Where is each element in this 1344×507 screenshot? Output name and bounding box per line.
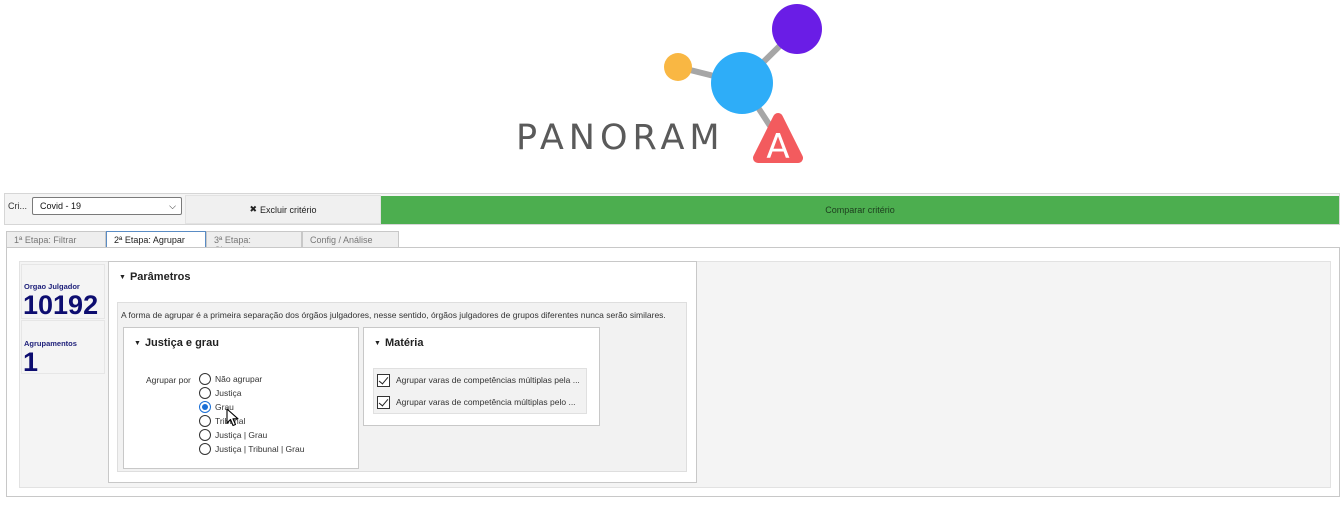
criteria-toolbar: Cri... Covid - 19 ⌵ ✖ Excluir critério C… bbox=[4, 193, 1340, 225]
radio-grau[interactable]: Grau bbox=[199, 400, 304, 414]
justica-grau-title: Justiça e grau bbox=[144, 337, 219, 349]
radio-label: Justiça bbox=[215, 388, 242, 398]
chevron-down-icon: ⌵ bbox=[169, 201, 176, 211]
collapse-triangle-icon: ▼ bbox=[119, 273, 126, 281]
group-by-radio-group: Não agrupar Justiça Grau Tribunal Justiç… bbox=[199, 372, 304, 456]
close-icon: ✖ bbox=[249, 204, 258, 214]
radio-label: Justiça | Grau bbox=[215, 430, 268, 440]
group-by-label: Agrupar por bbox=[146, 375, 191, 385]
compare-criteria-label: Comparar critério bbox=[825, 205, 895, 215]
radio-button[interactable] bbox=[199, 443, 211, 455]
checkbox-row[interactable]: Agrupar varas de competência múltiplas p… bbox=[374, 391, 586, 413]
checkbox-label: Agrupar varas de competências múltiplas … bbox=[396, 375, 580, 385]
collapse-triangle-icon: ▼ bbox=[374, 339, 381, 347]
materia-section: ▼ Matéria Agrupar varas de competências … bbox=[363, 327, 600, 426]
criteria-label: Cri... bbox=[8, 201, 27, 211]
exclude-criteria-button[interactable]: ✖ Excluir critério bbox=[185, 195, 381, 224]
checkbox-checked[interactable] bbox=[377, 395, 390, 409]
panel-content: Orgao Julgador 10192 Agrupamentos 1 ▼ Pa… bbox=[19, 261, 1331, 488]
radio-justica-grau[interactable]: Justiça | Grau bbox=[199, 428, 304, 442]
parameters-title: Parâmetros bbox=[129, 271, 191, 283]
justica-grau-header[interactable]: ▼ Justiça e grau bbox=[134, 337, 219, 349]
checkbox-checked[interactable] bbox=[377, 373, 390, 387]
mouse-cursor-icon bbox=[226, 408, 239, 427]
collapse-triangle-icon: ▼ bbox=[134, 339, 141, 347]
grouping-description: A forma de agrupar é a primeira separaçã… bbox=[121, 310, 666, 320]
radio-tribunal[interactable]: Tribunal bbox=[199, 414, 304, 428]
criteria-select[interactable]: Covid - 19 ⌵ bbox=[32, 197, 182, 215]
svg-text:A: A bbox=[766, 127, 789, 167]
tab-panel: Orgao Julgador 10192 Agrupamentos 1 ▼ Pa… bbox=[6, 247, 1340, 497]
stage-tabs: 1ª Etapa: Filtrar 2ª Etapa: Agrupar 3ª E… bbox=[6, 231, 399, 255]
materia-header[interactable]: ▼ Matéria bbox=[374, 337, 423, 349]
stat-agrupamentos: Agrupamentos 1 bbox=[21, 320, 105, 377]
stat-value: 10192 bbox=[23, 290, 99, 320]
radio-justica-tribunal-grau[interactable]: Justiça | Tribunal | Grau bbox=[199, 442, 304, 456]
tab-agrupar[interactable]: 2ª Etapa: Agrupar bbox=[106, 231, 206, 248]
radio-nao-agrupar[interactable]: Não agrupar bbox=[199, 372, 304, 386]
radio-button[interactable] bbox=[199, 429, 211, 441]
parameters-body: A forma de agrupar é a primeira separaçã… bbox=[117, 302, 687, 472]
exclude-criteria-label: Excluir critério bbox=[260, 204, 317, 215]
justica-grau-section: ▼ Justiça e grau Agrupar por Não agrupar… bbox=[123, 327, 359, 469]
tab-filtrar[interactable]: 1ª Etapa: Filtrar bbox=[6, 231, 106, 248]
materia-checkbox-list: Agrupar varas de competências múltiplas … bbox=[373, 368, 587, 414]
radio-button-selected[interactable] bbox=[199, 401, 211, 413]
radio-button[interactable] bbox=[199, 373, 211, 385]
criteria-select-value: Covid - 19 bbox=[40, 201, 82, 211]
parameters-header[interactable]: ▼ Parâmetros bbox=[119, 271, 190, 283]
checkbox-label: Agrupar varas de competência múltiplas p… bbox=[396, 397, 576, 407]
checkbox-row[interactable]: Agrupar varas de competências múltiplas … bbox=[374, 369, 586, 391]
radio-button[interactable] bbox=[199, 387, 211, 399]
stats-sidebar: Orgao Julgador 10192 Agrupamentos 1 bbox=[21, 264, 106, 377]
materia-title: Matéria bbox=[384, 337, 424, 349]
panorama-logo: A PANORAM bbox=[0, 0, 1344, 170]
stat-orgao-julgador: Orgao Julgador 10192 bbox=[21, 264, 105, 319]
radio-justica[interactable]: Justiça bbox=[199, 386, 304, 400]
stat-value: 1 bbox=[23, 347, 39, 377]
compare-criteria-button[interactable]: Comparar critério bbox=[381, 196, 1339, 224]
radio-label: Justiça | Tribunal | Grau bbox=[215, 444, 305, 454]
radio-button[interactable] bbox=[199, 415, 211, 427]
radio-label: Não agrupar bbox=[215, 374, 263, 384]
parameters-section: ▼ Parâmetros A forma de agrupar é a prim… bbox=[108, 261, 697, 483]
tab-config-analise[interactable]: Config / Análise bbox=[302, 231, 399, 248]
logo-wordmark: PANORAM bbox=[516, 118, 725, 158]
tab-clusterizar[interactable]: 3ª Etapa: Clusterizar bbox=[206, 231, 302, 255]
